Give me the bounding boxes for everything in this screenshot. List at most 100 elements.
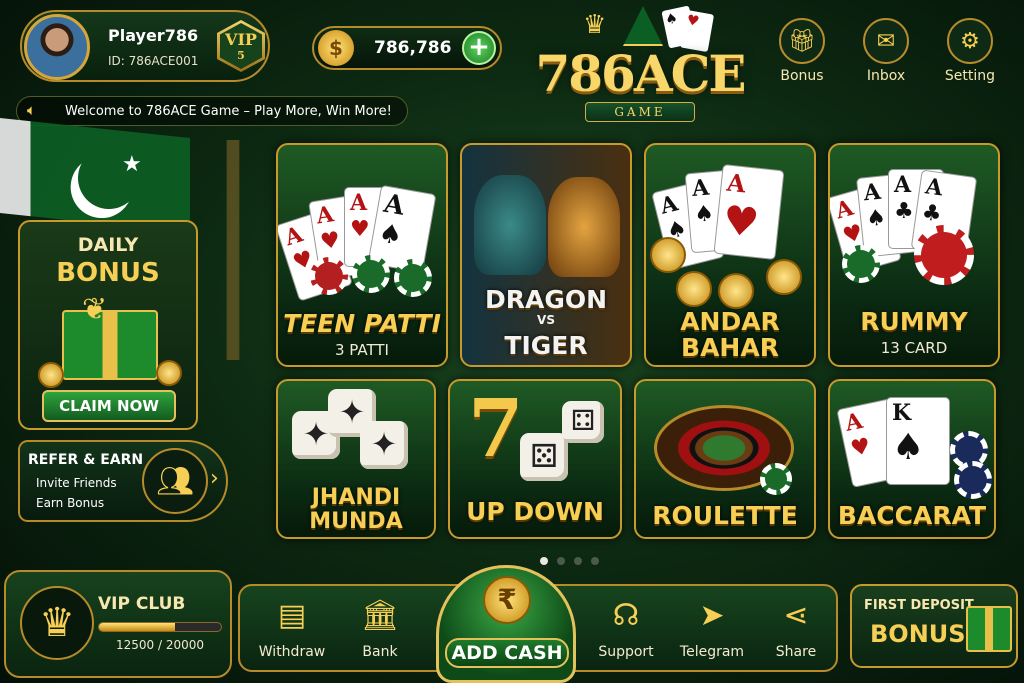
die-icon: ⚃ xyxy=(562,401,604,443)
game-name: UP DOWN xyxy=(466,497,604,526)
game-tile-teen-patti[interactable]: A ♥ A ♥ A ♥ A ♠ TEEN PATTI 3 PATTI xyxy=(276,143,448,367)
card-king-spades: K ♠ xyxy=(886,397,950,485)
refer-line2: Earn Bonus xyxy=(36,496,105,510)
telegram-button[interactable]: ➤ Telegram xyxy=(672,594,752,668)
vip-level: 5 xyxy=(237,49,245,62)
game-tile-andar-bahar[interactable]: A ♠ A ♠ A ♥ ANDAR BAHAR xyxy=(644,143,816,367)
gift-box-icon xyxy=(966,606,1012,652)
speaker-icon: 🔈︎ xyxy=(27,101,37,119)
game-tile-baccarat[interactable]: A ♥ K ♠ BACCARAT xyxy=(828,379,996,539)
withdraw-label: Withdraw xyxy=(258,644,326,660)
pager-dot[interactable] xyxy=(591,557,599,565)
game-name-line2: BAHAR xyxy=(681,333,779,362)
refer-earn-banner[interactable]: REFER & EARN Invite Friends Earn Bonus 👥… xyxy=(18,440,228,522)
die-icon: ✦ xyxy=(360,421,408,469)
mail-icon: ✉ xyxy=(863,18,909,64)
inbox-button[interactable]: ✉ Inbox xyxy=(854,18,918,90)
avatar[interactable] xyxy=(24,14,90,80)
vip-progress-text: 12500 / 20000 xyxy=(116,638,205,652)
seven-icon: 7 xyxy=(468,381,524,475)
bank-button[interactable]: 🏛︎ Bank xyxy=(340,594,420,668)
setting-button[interactable]: ⚙ Setting xyxy=(938,18,1002,90)
game-name: RUMMY xyxy=(860,307,968,336)
chip-icon xyxy=(954,461,992,499)
gift-icon: 🎁︎ xyxy=(779,18,825,64)
coin-icon xyxy=(156,360,182,386)
logo-title: 786ACE xyxy=(535,44,746,103)
game-name-line1: DRAGON xyxy=(484,285,608,314)
share-icon: ⋖ xyxy=(783,598,809,633)
game-tile-jhandi-munda[interactable]: ✦ ✦ ✦ JHANDI MUNDA xyxy=(276,379,436,539)
vip-label: VIP xyxy=(225,30,257,49)
add-cash-label: ADD CASH xyxy=(445,638,569,668)
coin-icon xyxy=(38,362,64,388)
chevron-right-icon: › xyxy=(210,466,219,491)
telegram-icon: ➤ xyxy=(699,598,725,633)
refer-line1: Invite Friends xyxy=(36,476,117,490)
claim-now-button[interactable]: CLAIM NOW xyxy=(42,390,176,422)
dragon-icon xyxy=(474,175,546,275)
coin-icon xyxy=(766,259,802,295)
balance-value: 786,786 xyxy=(374,38,452,58)
bonus-button[interactable]: 🎁︎ Bonus xyxy=(770,18,834,90)
game-tile-roulette[interactable]: ROULETTE xyxy=(634,379,816,539)
pager-dot[interactable] xyxy=(540,557,548,565)
chip-icon xyxy=(352,255,390,293)
game-tile-up-down[interactable]: 7 ⚄ ⚃ UP DOWN xyxy=(448,379,622,539)
telegram-label: Telegram xyxy=(679,644,745,660)
carousel-pager[interactable] xyxy=(540,550,620,565)
share-button[interactable]: ⋖ Share xyxy=(756,594,836,668)
add-coins-button[interactable]: + xyxy=(462,31,496,65)
bank-label: Bank xyxy=(362,644,398,660)
marquee-text: Welcome to 786ACE Game – Play More, Win … xyxy=(65,104,392,119)
wallet-icon: ▤ xyxy=(277,598,307,633)
first-deposit-line1: FIRST DEPOSIT xyxy=(864,598,974,613)
game-subtitle: 3 PATTI xyxy=(335,341,389,359)
game-name: BACCARAT xyxy=(837,501,987,530)
game-name-line1: JHANDI xyxy=(311,485,401,510)
chip-icon xyxy=(394,259,432,297)
game-vs: VS xyxy=(537,313,555,327)
add-cash-button[interactable]: ₹ ADD CASH xyxy=(436,565,576,683)
daily-bonus-line1: DAILY xyxy=(77,234,139,256)
pager-dot[interactable] xyxy=(557,557,565,565)
vip-club-panel[interactable]: ♛ VIP CLUB 12500 / 20000 xyxy=(4,570,232,678)
withdraw-button[interactable]: ▤ Withdraw xyxy=(252,594,332,668)
game-name-line2: MUNDA xyxy=(309,509,403,534)
daily-bonus-line2: BONUS xyxy=(56,258,160,288)
rupee-icon: ₹ xyxy=(483,576,531,624)
vip-progress-fill xyxy=(99,623,176,631)
share-label: Share xyxy=(775,644,817,660)
game-name-line1: ANDAR xyxy=(680,307,780,336)
gift-box-icon xyxy=(62,310,158,380)
chip-icon xyxy=(760,463,792,495)
inbox-label: Inbox xyxy=(866,68,906,84)
bonus-label: Bonus xyxy=(780,68,824,84)
player-id: ID: 786ACE001 xyxy=(108,54,199,68)
chip-icon xyxy=(842,245,880,283)
game-tile-rummy[interactable]: A ♥ A ♠ A ♣ A ♣ RUMMY 13 CARD xyxy=(828,143,1000,367)
star-icon: ★ xyxy=(122,152,142,177)
game-subtitle: 13 CARD xyxy=(880,339,948,357)
coin-icon xyxy=(650,237,686,273)
refer-title: REFER & EARN xyxy=(28,452,144,468)
profile-panel[interactable]: Player786 ID: 786ACE001 VIP 5 xyxy=(20,10,270,82)
game-tile-dragon-tiger[interactable]: DRAGON VS TIGER xyxy=(460,143,632,367)
logo-triangle xyxy=(623,6,663,46)
game-name-line2: TIGER xyxy=(504,331,588,360)
pager-dot[interactable] xyxy=(574,557,582,565)
vip-badge[interactable]: VIP 5 xyxy=(217,20,265,72)
headset-icon: ☊ xyxy=(612,598,640,633)
logo-subtitle: GAME xyxy=(585,102,695,122)
daily-bonus-panel: DAILY BONUS ❦ CLAIM NOW xyxy=(18,220,198,430)
player-name: Player786 xyxy=(108,26,199,45)
wallet-balance: $ 786,786 + xyxy=(312,26,502,70)
support-button[interactable]: ☊ Support xyxy=(586,594,666,668)
gear-icon: ⚙ xyxy=(947,18,993,64)
chip-icon xyxy=(914,225,974,285)
announcement-marquee: 🔈︎ Welcome to 786ACE Game – Play More, W… xyxy=(16,96,408,126)
first-deposit-bonus-banner[interactable]: FIRST DEPOSIT BONUS xyxy=(850,584,1018,668)
friends-icon: 👥︎ xyxy=(142,448,208,514)
coin-icon: $ xyxy=(318,30,354,66)
support-label: Support xyxy=(598,644,654,660)
